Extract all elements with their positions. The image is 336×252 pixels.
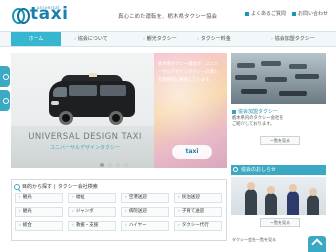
contact-link-label: お問い合わせ: [297, 11, 328, 17]
page-top-button[interactable]: [308, 236, 326, 252]
notice-photo[interactable]: [231, 177, 326, 215]
side-tab-contact[interactable]: [0, 66, 10, 87]
purpose-item-label: 民泊送迎: [181, 195, 200, 200]
purpose-item-label: タクシー代行: [181, 223, 209, 228]
logo-subtext: universal: [37, 5, 60, 10]
chevron-right-icon: ›: [74, 36, 76, 41]
nav-item-sightseeing-label: 観光タクシー: [146, 36, 177, 42]
taxi-company-list-link[interactable]: タクシー会社一覧を見る: [232, 237, 276, 243]
purpose-item[interactable]: › 総合: [15, 221, 63, 231]
slider-dots: [100, 163, 128, 167]
purpose-search-subheading: タクシー会社検索: [57, 184, 98, 190]
purpose-item-label: 子育て送迎: [181, 209, 205, 214]
nav-item-about[interactable]: › 協会について: [70, 32, 112, 46]
contact-link[interactable]: お問い合わせ: [291, 10, 328, 17]
slider-dot[interactable]: [124, 163, 128, 167]
slider-dot[interactable]: [116, 163, 120, 167]
purpose-item-label: 福祉: [75, 195, 85, 200]
purpose-item-label: 空港送迎: [128, 195, 147, 200]
purpose-item-label: ハイヤー: [128, 223, 147, 228]
purpose-item-label: ジャンボ: [75, 209, 94, 214]
purpose-item-label: 総合: [22, 223, 32, 228]
hero-photo-logo: taxi: [172, 145, 212, 159]
square-bullet-icon: [244, 11, 249, 16]
nav-item-home[interactable]: ホーム: [11, 32, 61, 46]
utility-links: よくあるご質問 お問い合わせ: [244, 10, 328, 17]
faq-link[interactable]: よくあるご質問: [244, 10, 286, 17]
hero-caption: 栃木県タクシー協会が、ユニバーサルデザインタクシーの導入を積極的に推進しています…: [158, 62, 219, 83]
notice-more-button[interactable]: 一覧を見る: [260, 218, 300, 227]
site-logo[interactable]: taxi universal: [12, 5, 68, 24]
purpose-search-heading: 目的から探す: [22, 184, 53, 190]
slider-dot[interactable]: [108, 163, 112, 167]
purpose-item[interactable]: › タクシー代行: [174, 221, 222, 231]
search-icon: [14, 183, 20, 190]
slider-dot[interactable]: [100, 163, 104, 167]
square-bullet-icon: [232, 109, 236, 114]
member-taxi-title[interactable]: 協会加盟タクシー: [232, 108, 278, 115]
notice-header[interactable]: 協会のおしらせ: [231, 165, 326, 175]
member-taxi-title-label: 協会加盟タクシー: [238, 109, 279, 115]
nav-item-member-taxi-label: 協会加盟タクシー: [274, 36, 315, 42]
nav-item-sightseeing[interactable]: › 観光タクシー: [138, 32, 182, 46]
member-taxi-text-2: ご紹介しております。: [232, 122, 275, 127]
member-taxi-photo[interactable]: [231, 53, 326, 104]
chevron-right-icon: ›: [143, 36, 145, 41]
purpose-search: 目的から探す | タクシー会社検索 › 観光 › 福祉 › 空港送迎 › 民泊送迎 › 観…: [11, 179, 227, 241]
hero-photo: 栃木県タクシー協会が、ユニバーサルデザインタクシーの導入を積極的に推進しています…: [154, 53, 227, 168]
purpose-item-label: 観光: [22, 209, 32, 214]
notice-icon: [233, 167, 238, 172]
hero-subtitle: ユニバーサルデザインタクシー: [50, 145, 120, 151]
purpose-item[interactable]: › 民泊送迎: [174, 193, 222, 203]
taxi-van-image: [49, 73, 137, 125]
site-tagline: 真心こめた運転を、栃木県タクシー協会: [118, 14, 218, 20]
purpose-item[interactable]: › 子育て送迎: [174, 207, 222, 217]
side-tab-faq[interactable]: [0, 90, 10, 111]
chevron-right-icon: ›: [271, 36, 273, 41]
purpose-item-label: 救援・支援: [75, 223, 99, 228]
nav-item-member-taxi[interactable]: › 協会加盟タクシー: [265, 32, 321, 46]
purpose-item[interactable]: › 福祉: [68, 193, 116, 203]
purpose-item-label: 病院送迎: [128, 209, 147, 214]
square-bullet-icon: [291, 11, 296, 16]
nav-item-fares[interactable]: › タクシー料金: [192, 32, 236, 46]
chevron-right-icon: ›: [197, 36, 199, 41]
logo-mark-icon: [12, 7, 30, 24]
global-nav: ホーム › 協会について › 観光タクシー › タクシー料金 › 協会加盟タクシー: [0, 31, 336, 47]
nav-item-fares-label: タクシー料金: [200, 36, 231, 42]
member-taxi-more-button[interactable]: 一覧を見る: [260, 136, 300, 145]
purpose-item[interactable]: › 空港送迎: [121, 193, 169, 203]
page: taxi universal 真心こめた運転を、栃木県タクシー協会 よくあるご質…: [0, 0, 336, 252]
hero-slider[interactable]: UNIVERSAL DESIGN TAXI ユニバーサルデザインタクシー 栃木県…: [11, 53, 227, 168]
hero-title: UNIVERSAL DESIGN TAXI: [28, 132, 142, 142]
divider: |: [54, 183, 56, 190]
purpose-item[interactable]: › ジャンボ: [68, 207, 116, 217]
purpose-item[interactable]: › ハイヤー: [121, 221, 169, 231]
nav-item-about-label: 協会について: [77, 36, 108, 42]
purpose-item[interactable]: › 救援・支援: [68, 221, 116, 231]
purpose-item[interactable]: › 観光: [15, 193, 63, 203]
purpose-item[interactable]: › 病院送迎: [121, 207, 169, 217]
purpose-search-header: 目的から探す | タクシー会社検索: [14, 182, 224, 191]
faq-link-label: よくあるご質問: [250, 11, 286, 17]
purpose-item[interactable]: › 観光: [15, 207, 63, 217]
purpose-item-label: 観光: [22, 195, 32, 200]
